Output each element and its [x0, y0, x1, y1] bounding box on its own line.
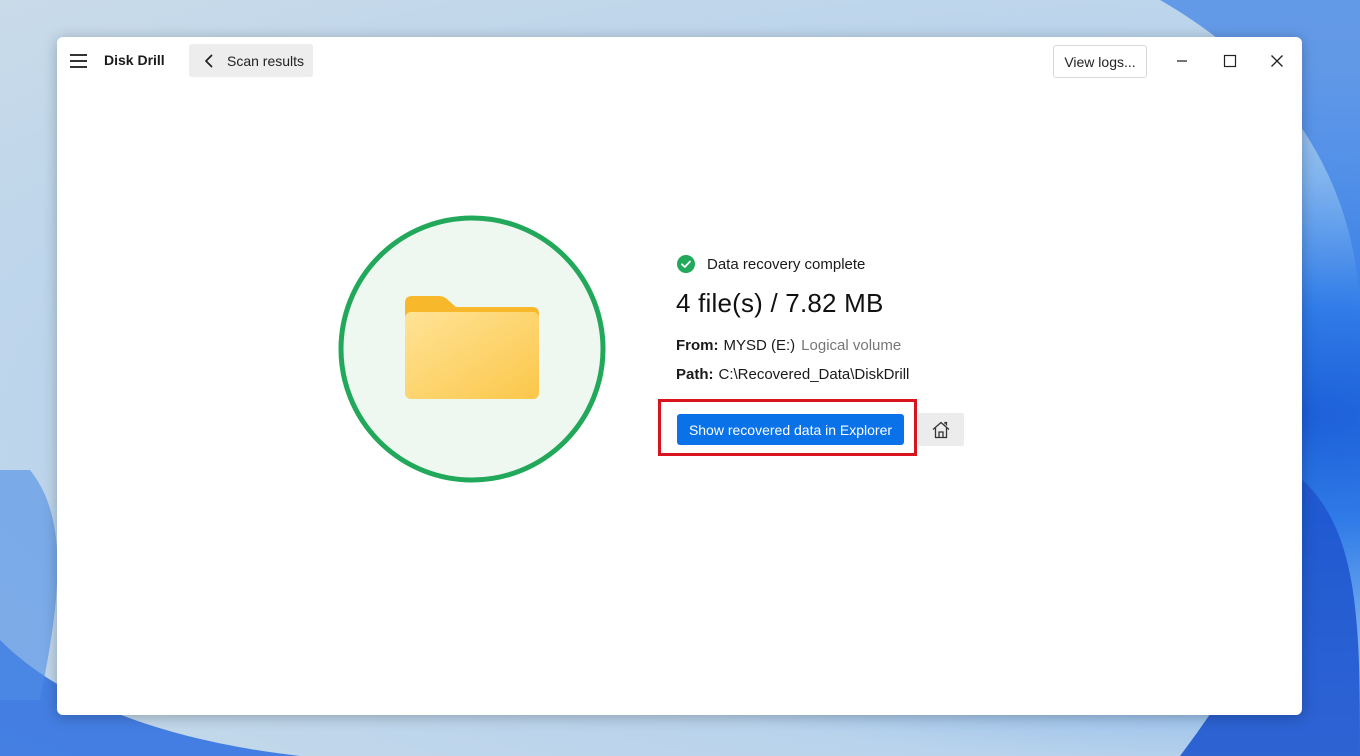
- status-row: Data recovery complete: [677, 255, 865, 273]
- title-bar: Disk Drill Scan results View logs...: [57, 37, 1302, 87]
- maximize-button[interactable]: [1218, 49, 1242, 73]
- scan-results-back-button[interactable]: Scan results: [189, 44, 313, 77]
- recovery-complete-illustration: [338, 215, 606, 483]
- maximize-icon: [1223, 54, 1237, 68]
- home-icon: [932, 421, 950, 438]
- show-in-explorer-button[interactable]: Show recovered data in Explorer: [677, 414, 904, 445]
- disk-drill-window: Disk Drill Scan results View logs... Dat…: [57, 37, 1302, 715]
- home-button[interactable]: [918, 413, 964, 446]
- from-label: From:: [676, 337, 719, 354]
- from-value: MYSD (E:): [723, 337, 796, 354]
- app-title: Disk Drill: [104, 52, 165, 68]
- hamburger-icon[interactable]: [70, 54, 87, 68]
- close-icon: [1271, 55, 1283, 67]
- source-info: From: MYSD (E:) Logical volume: [676, 337, 901, 354]
- path-label: Path:: [676, 366, 714, 383]
- minimize-button[interactable]: [1170, 49, 1194, 73]
- chevron-left-icon: [205, 54, 213, 67]
- volume-type: Logical volume: [801, 337, 902, 354]
- check-circle-icon: [677, 255, 695, 273]
- folder-icon: [405, 296, 539, 399]
- close-button[interactable]: [1265, 49, 1289, 73]
- path-info: Path: C:\Recovered_Data\DiskDrill: [676, 366, 909, 383]
- view-logs-button[interactable]: View logs...: [1053, 45, 1147, 78]
- recovery-summary: 4 file(s) / 7.82 MB: [676, 288, 884, 318]
- path-value: C:\Recovered_Data\DiskDrill: [718, 366, 910, 383]
- back-button-label: Scan results: [227, 52, 305, 69]
- status-text: Data recovery complete: [707, 255, 866, 273]
- minimize-icon: [1177, 60, 1187, 62]
